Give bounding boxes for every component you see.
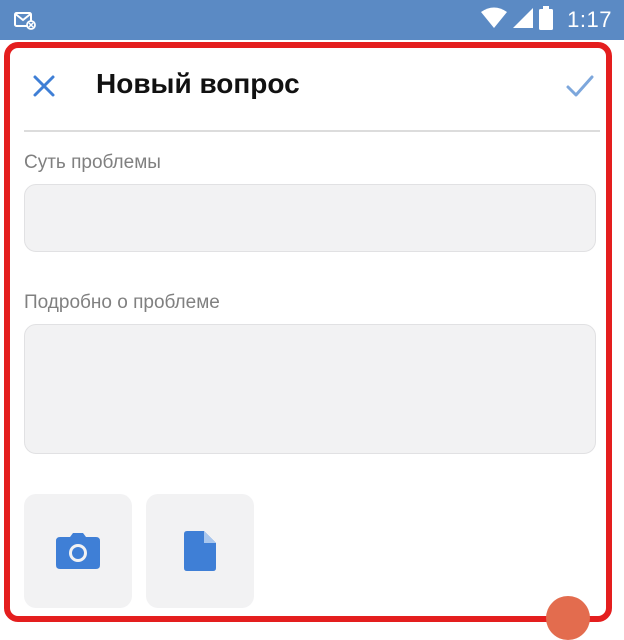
wifi-icon [481,7,508,34]
summary-label: Суть проблемы [24,152,161,173]
summary-input[interactable] [24,184,596,252]
header-divider [24,130,600,132]
highlight-frame: Новый вопрос Суть проблемы Подробно о пр… [4,42,612,622]
signal-icon [513,7,534,34]
attach-document-button[interactable] [146,494,254,608]
details-label: Подробно о проблеме [24,292,220,313]
page-title: Новый вопрос [96,68,300,99]
check-icon[interactable] [564,70,596,102]
toolbar: Новый вопрос [10,48,606,128]
battery-icon [539,5,554,35]
status-bar: 1:17 [0,0,624,40]
status-time: 1:17 [567,7,612,32]
notification-icon [14,10,36,30]
close-icon[interactable] [30,72,58,100]
floating-action-button[interactable] [546,596,590,640]
details-textarea[interactable] [24,324,596,454]
attach-photo-button[interactable] [24,494,132,608]
